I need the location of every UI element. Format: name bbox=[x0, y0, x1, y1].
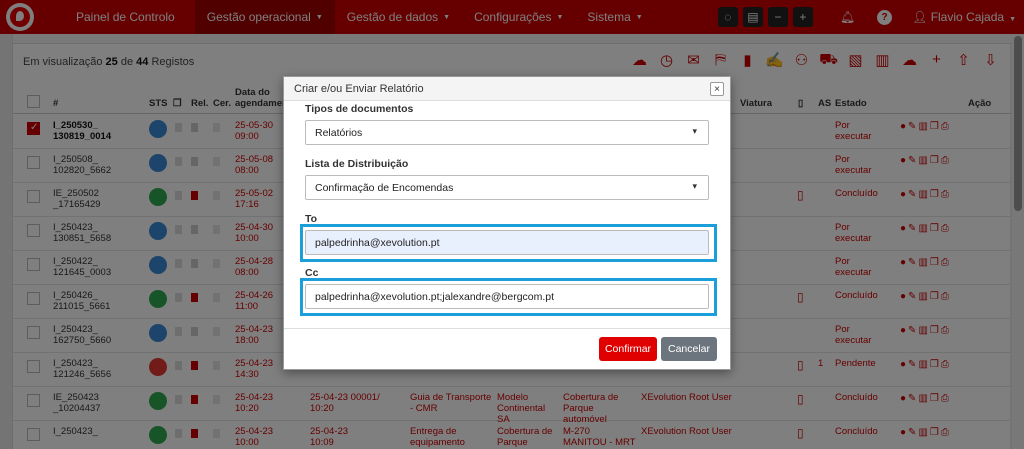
modal-footer-divider bbox=[284, 328, 730, 329]
doc-types-select[interactable]: Relatórios bbox=[305, 120, 709, 145]
distribution-list-label: Lista de Distribuição bbox=[305, 158, 409, 170]
send-report-modal: Criar e/ou Enviar Relatório × Tipos de d… bbox=[283, 76, 731, 370]
modal-header: Criar e/ou Enviar Relatório bbox=[284, 77, 730, 101]
confirm-button[interactable]: Confirmar bbox=[599, 337, 657, 361]
doc-types-label: Tipos de documentos bbox=[305, 103, 414, 115]
distribution-list-select[interactable]: Confirmação de Encomendas bbox=[305, 175, 709, 200]
modal-title: Criar e/ou Enviar Relatório bbox=[294, 82, 424, 95]
to-email-field[interactable]: palpedrinha@xevolution.pt bbox=[305, 230, 709, 255]
cc-email-field[interactable]: palpedrinha@xevolution.pt;jalexandre@ber… bbox=[305, 284, 709, 309]
cancel-button[interactable]: Cancelar bbox=[661, 337, 717, 361]
close-icon[interactable]: × bbox=[710, 82, 724, 96]
